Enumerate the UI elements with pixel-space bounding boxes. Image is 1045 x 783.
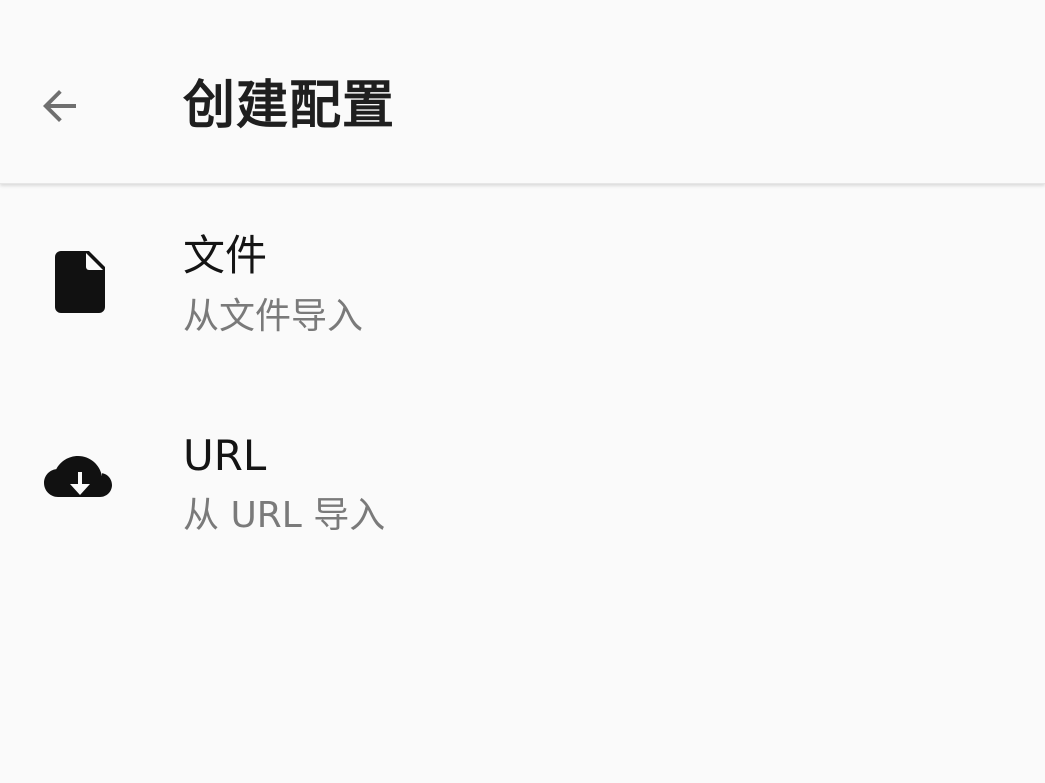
file-icon xyxy=(55,251,105,313)
item-subtitle: 从文件导入 xyxy=(183,296,364,337)
app-bar: 创建配置 xyxy=(0,0,1045,184)
item-title: 文件 xyxy=(183,231,268,280)
config-source-list: 文件 从文件导入 URL 从 URL 导入 xyxy=(0,184,1045,584)
list-item-url[interactable]: URL 从 URL 导入 xyxy=(0,384,1045,584)
item-subtitle: 从 URL 导入 xyxy=(183,495,386,536)
cloud-icon-container xyxy=(40,442,120,522)
back-button[interactable] xyxy=(20,66,100,146)
list-item-file[interactable]: 文件 从文件导入 xyxy=(0,184,1045,384)
item-title: URL xyxy=(183,431,267,480)
cloud-download-icon xyxy=(44,456,112,497)
page-title: 创建配置 xyxy=(183,76,396,136)
file-icon-container xyxy=(40,242,120,322)
arrow-back-icon xyxy=(43,90,76,122)
